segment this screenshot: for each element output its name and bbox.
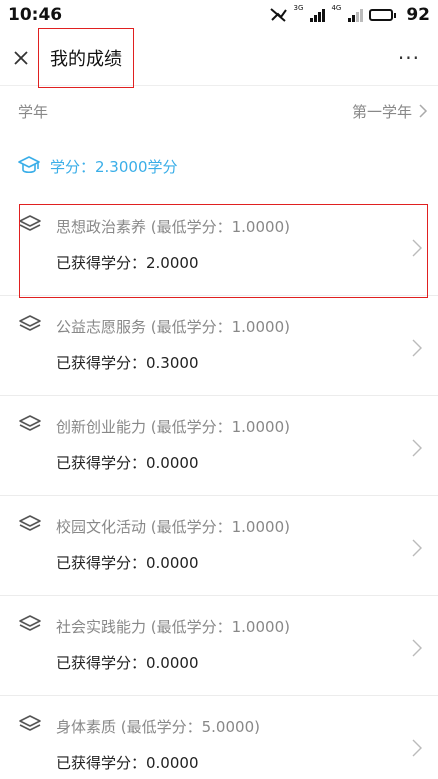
item-name: 公益志愿服务 (最低学分：1.0000) — [56, 318, 290, 336]
chevron-right-icon — [412, 339, 422, 357]
signal1-label: 3G — [293, 4, 304, 12]
chevron-right-icon — [412, 639, 422, 657]
graduation-cap-icon — [18, 156, 40, 174]
status-icons: 3G 4G 92 — [269, 4, 430, 25]
status-time: 10:46 — [8, 5, 63, 25]
credit-summary: 学分：2.3000学分 — [50, 157, 178, 176]
battery-level: 92 — [406, 5, 430, 25]
page-title: 我的成绩 — [50, 48, 122, 70]
year-label: 学年 — [18, 102, 49, 121]
year-value: 第一学年 — [351, 102, 412, 121]
layers-icon — [19, 315, 41, 331]
layers-icon — [19, 715, 41, 731]
item-name: 思想政治素养 (最低学分：1.0000) — [56, 218, 290, 236]
item-name: 身体素质 (最低学分：5.0000) — [56, 718, 260, 736]
item-earned: 已获得学分：0.0000 — [56, 554, 199, 572]
chevron-right-icon — [412, 439, 422, 457]
layers-icon — [19, 515, 41, 531]
close-icon — [14, 50, 28, 65]
credit-summary-row: 学分：2.3000学分 — [0, 136, 438, 196]
list-item[interactable]: 创新创业能力 (最低学分：1.0000) 已获得学分：0.0000 — [0, 396, 438, 496]
course-list: 思想政治素养 (最低学分：1.0000) 已获得学分：2.0000 公益志愿服务… — [0, 196, 438, 779]
list-item[interactable]: 思想政治素养 (最低学分：1.0000) 已获得学分：2.0000 — [0, 196, 438, 296]
list-item[interactable]: 公益志愿服务 (最低学分：1.0000) 已获得学分：0.3000 — [0, 296, 438, 396]
more-menu-button[interactable]: ··· — [398, 46, 420, 70]
layers-icon — [19, 415, 41, 431]
year-selector[interactable]: 学年 第一学年 — [0, 86, 438, 136]
list-item[interactable]: 社会实践能力 (最低学分：1.0000) 已获得学分：0.0000 — [0, 596, 438, 696]
chevron-right-icon — [412, 239, 422, 257]
item-earned: 已获得学分：0.0000 — [56, 754, 199, 772]
mute-icon — [269, 8, 287, 22]
close-button[interactable] — [6, 30, 36, 86]
signal2-label: 4G — [331, 4, 342, 12]
chevron-right-icon — [412, 539, 422, 557]
list-item[interactable]: 校园文化活动 (最低学分：1.0000) 已获得学分：0.0000 — [0, 496, 438, 596]
item-name: 校园文化活动 (最低学分：1.0000) — [56, 518, 290, 536]
page-title-box: 我的成绩 — [38, 27, 134, 88]
layers-icon — [19, 215, 41, 231]
battery-icon — [369, 9, 397, 21]
item-earned: 已获得学分：0.3000 — [56, 354, 199, 372]
item-earned: 已获得学分：0.0000 — [56, 454, 199, 472]
item-earned: 已获得学分：2.0000 — [56, 254, 199, 272]
item-earned: 已获得学分：0.0000 — [56, 654, 199, 672]
signal-icon — [310, 8, 326, 22]
item-name: 社会实践能力 (最低学分：1.0000) — [56, 618, 290, 636]
chevron-right-icon — [419, 104, 428, 118]
list-item[interactable]: 身体素质 (最低学分：5.0000) 已获得学分：0.0000 — [0, 696, 438, 779]
signal-icon-2 — [348, 8, 364, 22]
layers-icon — [19, 615, 41, 631]
year-value-wrap: 第一学年 — [352, 101, 428, 122]
status-bar: 10:46 3G 4G 92 — [0, 0, 438, 30]
nav-bar: 我的成绩 ··· — [0, 27, 438, 88]
chevron-right-icon — [412, 739, 422, 757]
item-name: 创新创业能力 (最低学分：1.0000) — [56, 418, 290, 436]
